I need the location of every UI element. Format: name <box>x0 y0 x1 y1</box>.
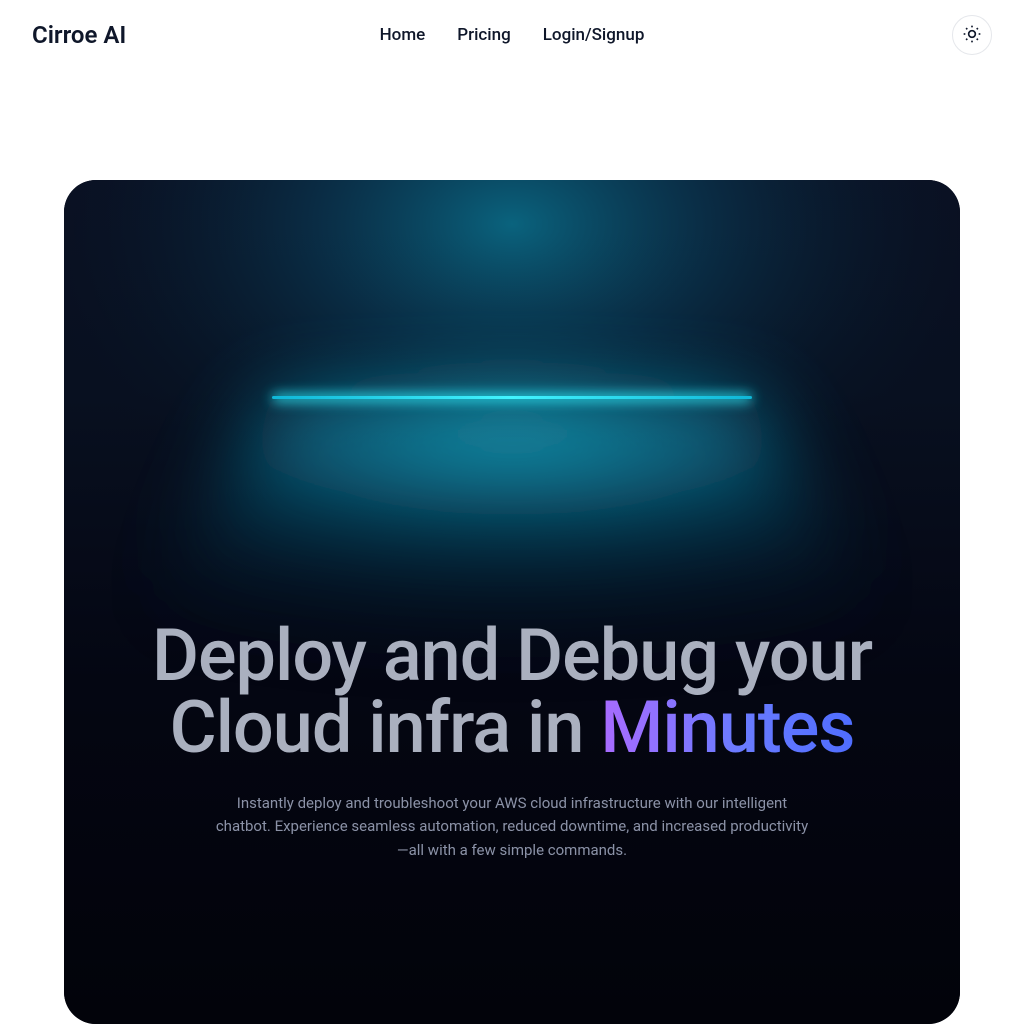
hero-panel: Deploy and Debug your Cloud infra in Min… <box>64 180 960 1024</box>
theme-toggle-button[interactable] <box>952 15 992 55</box>
header: Cirroe AI Home Pricing Login/Signup <box>0 0 1024 70</box>
nav-home[interactable]: Home <box>380 25 426 45</box>
hero-copy: Deploy and Debug your Cloud infra in Min… <box>64 620 960 862</box>
hero-subtext: Instantly deploy and troubleshoot your A… <box>212 792 812 862</box>
nav-pricing[interactable]: Pricing <box>457 25 511 45</box>
nav-login[interactable]: Login/Signup <box>543 25 645 45</box>
sun-icon <box>962 24 982 47</box>
hero-headline: Deploy and Debug your Cloud infra in Min… <box>124 620 900 764</box>
hero-headline-emphasis: Minutes <box>600 685 854 770</box>
hero-section: Deploy and Debug your Cloud infra in Min… <box>0 180 1024 1024</box>
hero-glow-graphic <box>64 180 960 1024</box>
top-nav: Home Pricing Login/Signup <box>380 25 645 45</box>
brand-logo-text[interactable]: Cirroe AI <box>32 21 126 49</box>
